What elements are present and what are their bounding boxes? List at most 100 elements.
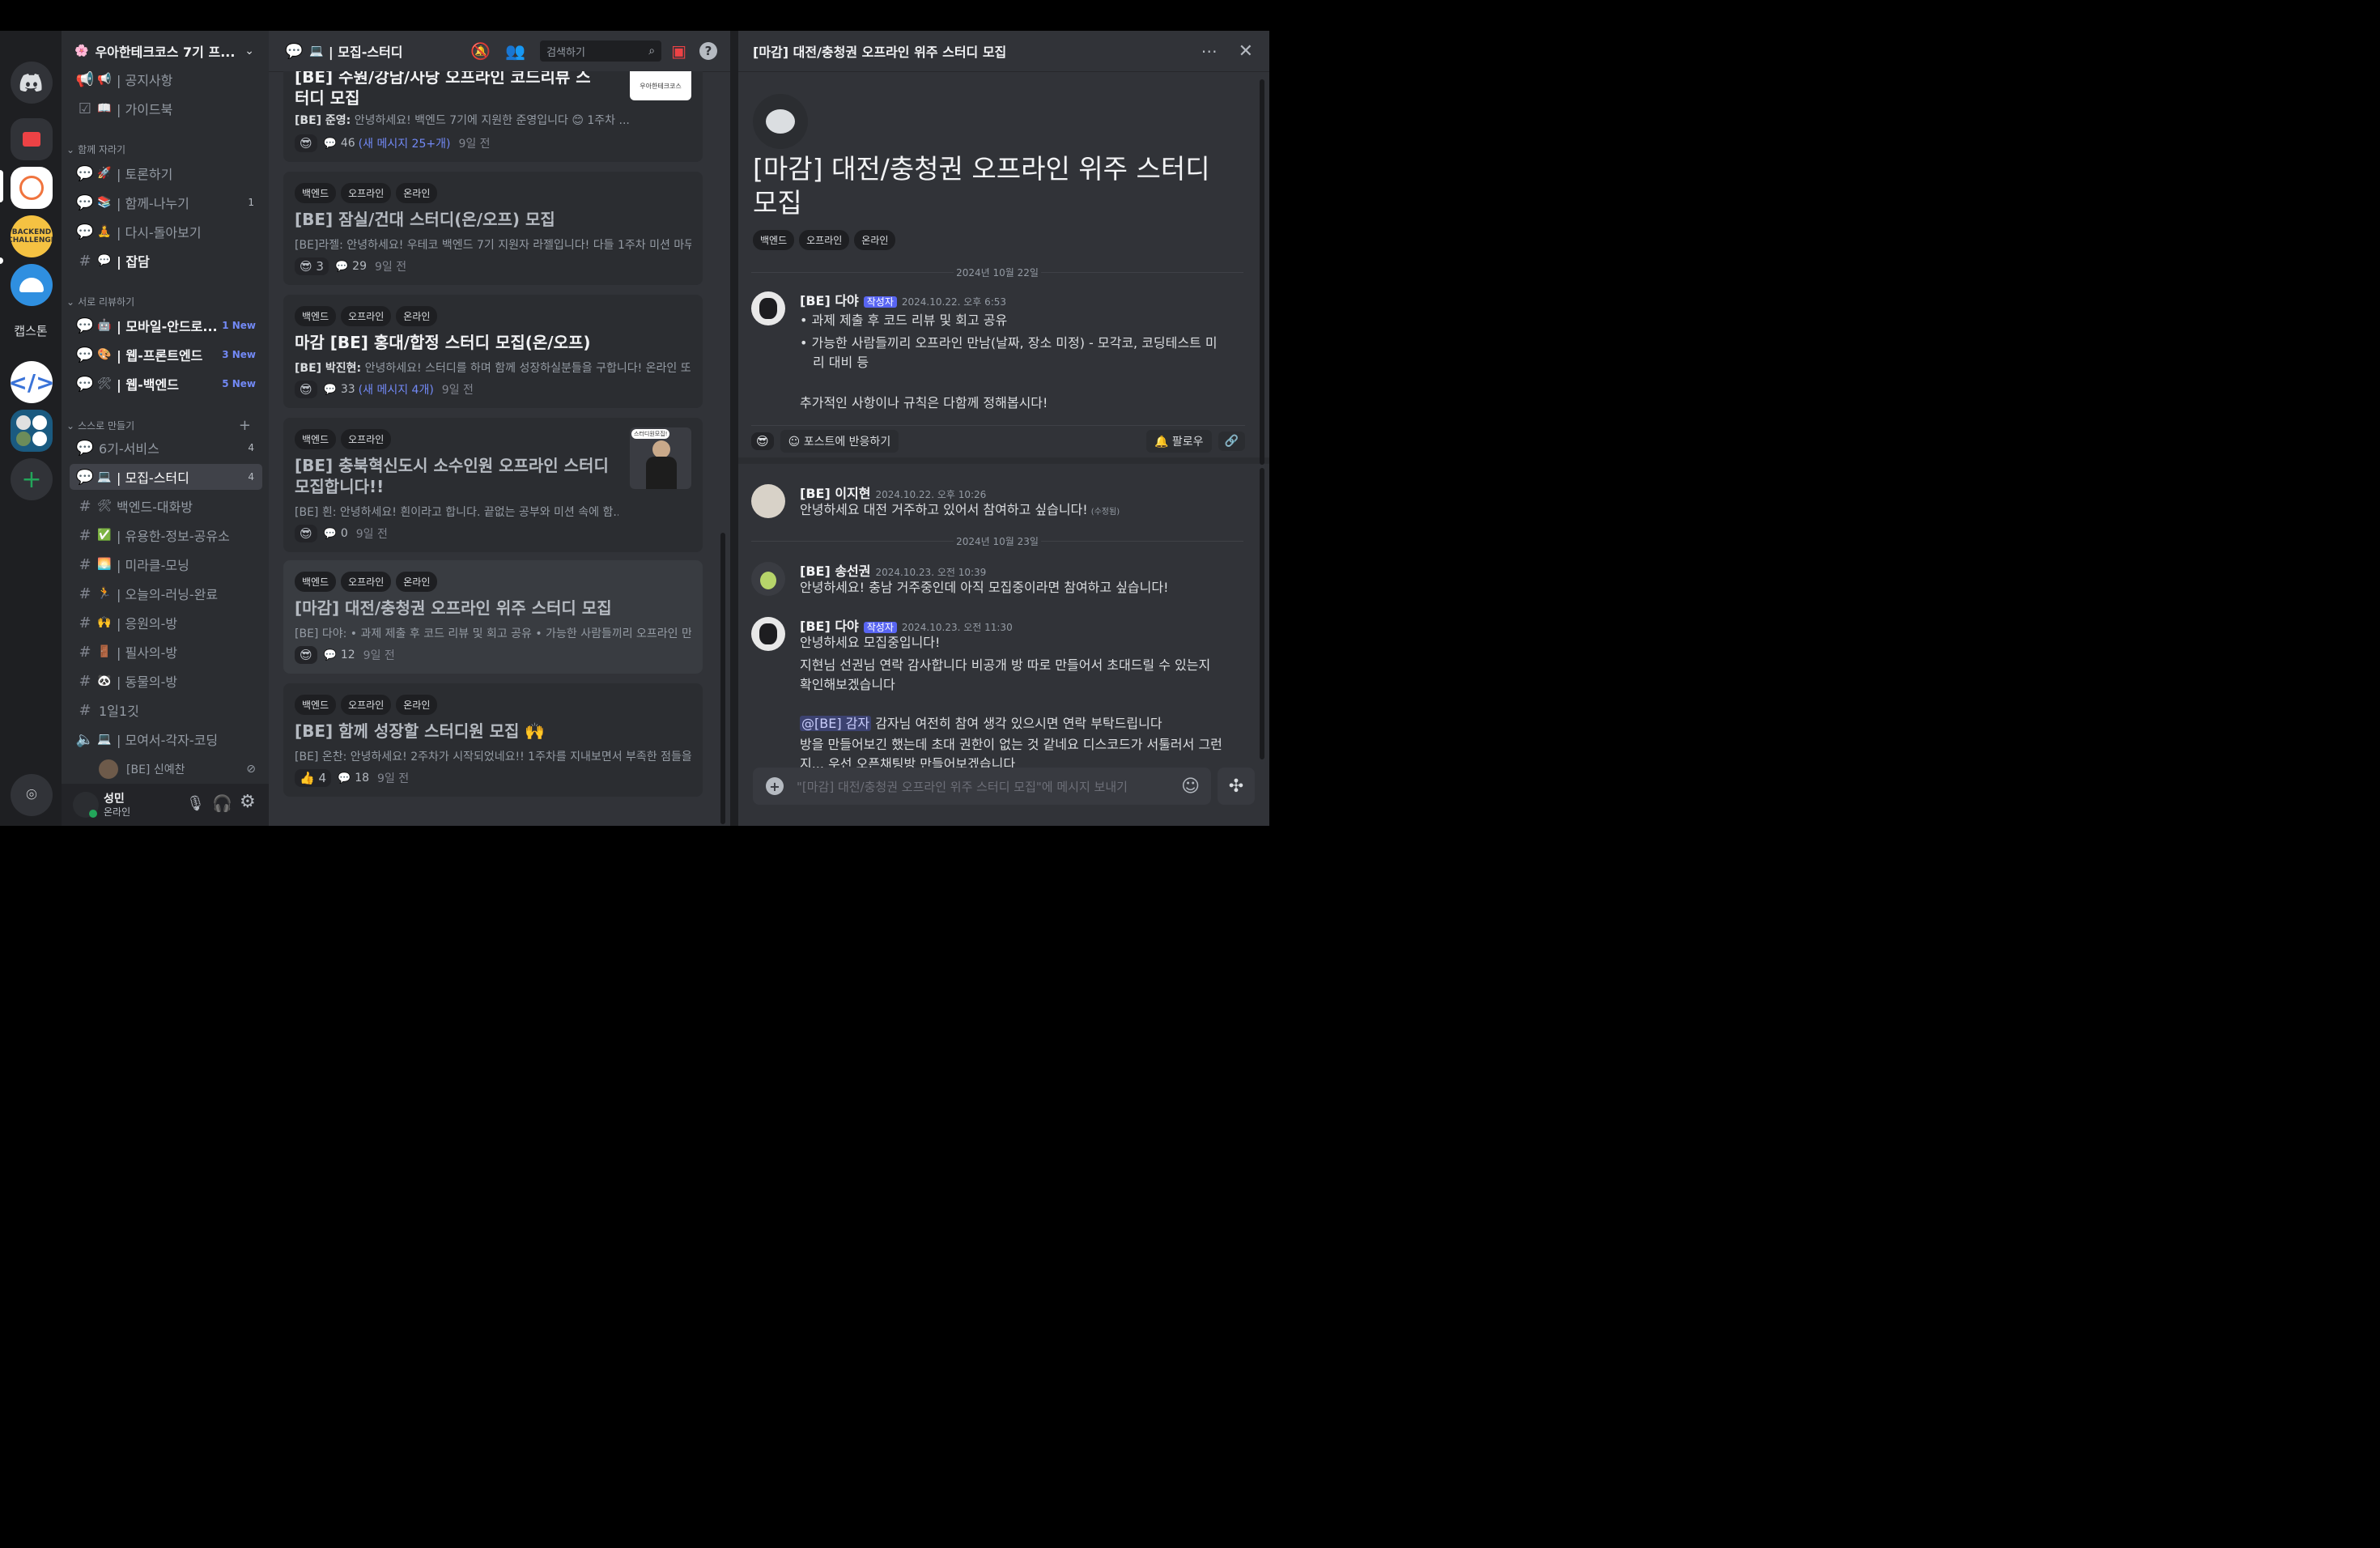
date-separator: 2024년 10월 23일 (751, 534, 1243, 548)
server-code[interactable]: </> (11, 361, 53, 403)
avatar[interactable] (751, 562, 785, 596)
avatar[interactable] (751, 617, 785, 651)
speaker-icon: 🔈 (75, 730, 95, 748)
channel-frontend[interactable]: 💬 🎨 | 웹-프론트엔드 3 New (70, 342, 262, 368)
voice-channel-coding[interactable]: 🔈 💻 | 모여서-각자-코딩 (70, 726, 262, 752)
author-name[interactable]: [BE] 다야 (800, 619, 859, 634)
forum-post-card[interactable]: 백엔드 오프라인 온라인 마감 [BE] 홍대/합정 스터디 모집(온/오프) [B… (283, 295, 703, 408)
avatar[interactable] (751, 484, 785, 518)
server-folder-group[interactable] (11, 410, 53, 452)
apps-icon[interactable]: ✣ (1218, 768, 1255, 805)
follow-button[interactable]: 🔔 팔로우 (1146, 430, 1212, 453)
voice-user[interactable]: [BE] 신예찬 ⊘ (99, 758, 261, 780)
message-time: 2024.10.22. 오후 6:53 (901, 296, 1007, 308)
help-icon[interactable]: ? (699, 42, 717, 60)
channel-miracle-morning[interactable]: # 🌅 | 미라클-모닝 (70, 551, 262, 577)
channel-debate[interactable]: 💬 🚀 | 토론하기 (70, 160, 262, 186)
forum-icon: 💬 (75, 468, 95, 486)
channel-useful-info[interactable]: # ✅ | 유용한-정보-공유소 (70, 522, 262, 548)
add-server-button[interactable]: + (11, 458, 53, 500)
forum-post-card[interactable]: [BE] 수원/강남/사당 오프라인 코드리뷰 스터디 모집 우아한테크코스 [… (283, 71, 703, 162)
channel-chat[interactable]: # 💬 | 잡담 (70, 248, 262, 274)
gear-icon[interactable]: ⚙ (240, 792, 256, 812)
channel-running[interactable]: # 🏃 | 오늘의-러닝-완료 (70, 580, 262, 606)
link-icon[interactable]: 🔗 (1218, 432, 1245, 451)
panel-resize-handle[interactable] (730, 31, 738, 826)
server-backend-challenge[interactable]: BACKENDCHALLENGE (11, 215, 53, 257)
reaction-emoji[interactable]: 😎 (295, 381, 317, 398)
user-mention[interactable]: @[BE] 감자 (800, 716, 872, 731)
category-make[interactable]: ⌄ 스스로 만들기 + (66, 417, 261, 434)
channel-daily-git[interactable]: #1일1깃 (70, 697, 262, 723)
channel-transcribe[interactable]: # 🚪 | 필사의-방 (70, 639, 262, 665)
message: [BE] 다야 작성자 2024.10.23. 오전 11:30 안녕하세요 모집중… (751, 615, 1237, 768)
forum-post-card-selected[interactable]: 백엔드 오프라인 온라인 [마감] 대전/충청권 오프라인 위주 스터디 모집 [B… (283, 560, 703, 674)
category-grow[interactable]: ⌄ 함께 자라기 (66, 142, 261, 156)
messages-scrollbar[interactable] (1260, 468, 1264, 759)
channel-android[interactable]: 💬 🤖 | 모바일-안드로... 1 New (70, 313, 262, 338)
react-to-post-button[interactable]: ☺ 포스트에 반응하기 (780, 430, 899, 453)
post-title: [BE] 충북혁신도시 소수인원 오프라인 스터디 모집합니다!! (295, 456, 609, 496)
channel-name: | 가이드북 (117, 102, 173, 117)
forum-icon: 💬 (75, 164, 95, 182)
channel-cheer[interactable]: # 🙌 | 응원의-방 (70, 610, 262, 636)
plus-icon: + (21, 465, 42, 494)
channel-backend-chat[interactable]: # 🛠 백엔드-대화방 (70, 493, 262, 519)
members-icon[interactable]: 👥 (505, 41, 525, 61)
forum-post-card[interactable]: 백엔드 오프라인 온라인 [BE] 잠실/건대 스터디(온/오프) 모집 [BE]라… (283, 172, 703, 285)
thread-scrollbar[interactable] (1260, 79, 1264, 465)
close-icon[interactable]: ✕ (1239, 41, 1253, 62)
channel-animals[interactable]: # 🐼 | 동물의-방 (70, 668, 262, 694)
channel-share[interactable]: 💬 📚 | 함께-나누기 1 (70, 189, 262, 215)
reaction-emoji[interactable]: 😎 (751, 432, 774, 450)
author-name[interactable]: [BE] 이지현 (800, 486, 870, 501)
post-thumbnail: 우아한테크코스 (630, 71, 691, 100)
server-name: 우아한테크코스 7기 프... (95, 45, 236, 60)
add-attachment-icon[interactable]: + (766, 777, 784, 795)
reaction-emoji[interactable]: 😎 (295, 134, 317, 152)
category-review[interactable]: ⌄ 서로 리뷰하기 (66, 295, 261, 308)
post-tags: 백엔드 오프라인 온라인 (295, 572, 442, 592)
message-bubble-icon: 💬 (338, 772, 351, 785)
discord-home-button[interactable] (11, 62, 53, 104)
add-channel-icon[interactable]: + (239, 417, 251, 434)
microphone-icon[interactable]: 🎙 (186, 795, 205, 812)
wooteco-logo-icon (19, 176, 44, 200)
inbox-icon[interactable]: ▣ (671, 41, 686, 61)
folder-server-button[interactable] (11, 118, 53, 160)
explore-servers-button[interactable]: ⌾ (11, 774, 53, 816)
server-header[interactable]: 🌸 우아한테크코스 7기 프... ⌄ (62, 31, 269, 71)
reaction-emoji[interactable]: 😎 (295, 525, 317, 542)
server-hat[interactable] (11, 264, 53, 306)
channel-guidebook[interactable]: ☑ 📖 | 가이드북 (70, 96, 262, 121)
reaction-emoji[interactable]: 😎 (295, 646, 317, 664)
notification-off-icon[interactable]: 🔕 (470, 41, 491, 61)
channel-backend[interactable]: 💬 🛠 | 웹-백엔드 5 New (70, 371, 262, 397)
more-options-icon[interactable]: ⋯ (1201, 41, 1218, 61)
message-input[interactable]: + "[마감] 대전/충청권 오프라인 위주 스터디 모집"에 메시지 보내기 … (753, 768, 1211, 805)
reaction-pill[interactable]: 👍 4 (295, 769, 332, 787)
channel-6th-service[interactable]: 💬 6기-서비스 4 (70, 435, 262, 461)
channel-retrospect[interactable]: 💬 🧘 | 다시-돌아보기 (70, 219, 262, 245)
headphones-icon[interactable]: 🎧 (212, 793, 232, 813)
server-wooteco[interactable] (11, 167, 53, 209)
forum-post-card[interactable]: 백엔드 오프라인 [BE] 충북혁신도시 소수인원 오프라인 스터디 모집합니다!… (283, 418, 703, 552)
reaction-pill[interactable]: 😎 3 (295, 257, 329, 275)
post-preview: [BE] 다야: • 과제 제출 후 코드 리뷰 및 회고 공유 • 가능한 사… (295, 627, 691, 640)
channel-study-recruit[interactable]: 💬 💻 | 모집-스터디 4 (70, 464, 262, 490)
post-tags: 백엔드 오프라인 온라인 (295, 306, 442, 326)
author-name[interactable]: [BE] 송선권 (800, 563, 870, 579)
forum-scrollbar[interactable] (720, 533, 725, 824)
emoji-icon[interactable]: ☺ (1181, 776, 1200, 797)
message-bubble-icon: 💬 (334, 260, 349, 273)
forum-panel: 💬 💻 | 모집-스터디 🔕 👥 검색하기 ⌕ ▣ ? [BE] 수원/강남/사… (269, 31, 730, 826)
avatar[interactable] (751, 291, 785, 325)
capstone-label[interactable]: 캡스톤 (0, 322, 62, 339)
forum-post-card[interactable]: 백엔드 오프라인 온라인 [BE] 함께 성장할 스터디원 모집 🙌 [BE] 온찬… (283, 683, 703, 797)
search-input[interactable]: 검색하기 ⌕ (540, 40, 662, 62)
search-placeholder: 검색하기 (546, 46, 585, 59)
voice-user-name: [BE] 신예찬 (126, 763, 185, 776)
channel-announcements[interactable]: 📢 📢 | 공지사항 (70, 66, 262, 92)
hash-icon: # (79, 672, 91, 690)
author-name[interactable]: [BE] 다야 (800, 293, 859, 308)
